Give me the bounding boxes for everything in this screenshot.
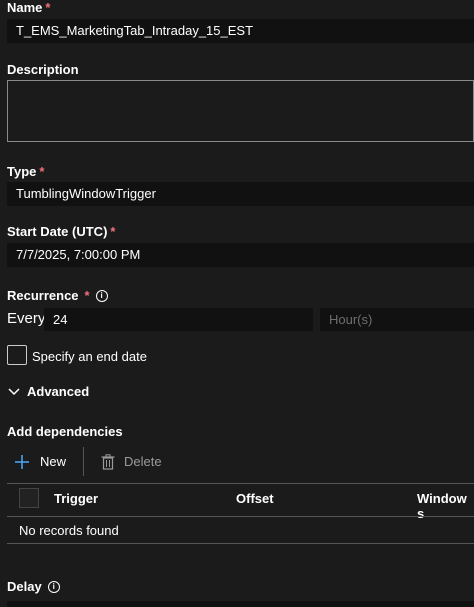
chevron-down-icon <box>8 388 20 396</box>
new-button[interactable]: New <box>14 452 78 472</box>
end-date-checkbox[interactable] <box>7 345 27 365</box>
description-label: Description <box>7 62 79 77</box>
start-date-label: Start Date (UTC) * <box>7 224 115 239</box>
empty-table-message: No records found <box>19 523 119 538</box>
table-bottom-divider <box>7 543 474 544</box>
interval-input[interactable]: 24 <box>44 308 313 331</box>
name-field[interactable]: T_EMS_MarketingTab_Intraday_15_EST <box>7 19 474 43</box>
column-header-trigger[interactable]: Trigger <box>54 491 98 506</box>
type-required-marker: * <box>39 164 45 179</box>
type-label: Type * <box>7 164 44 179</box>
name-label: Name * <box>7 0 50 15</box>
recurrence-label-text: Recurrence <box>7 288 79 303</box>
interval-unit-select[interactable]: Hour(s) <box>320 308 474 331</box>
info-icon[interactable]: i <box>95 290 108 302</box>
toolbar-divider <box>83 447 84 476</box>
select-all-checkbox[interactable] <box>19 488 39 508</box>
delete-button[interactable]: Delete <box>101 452 171 472</box>
delete-button-label: Delete <box>124 454 162 469</box>
advanced-toggle[interactable]: Advanced <box>7 384 127 402</box>
end-date-label: Specify an end date <box>32 349 147 364</box>
recurrence-required-marker: * <box>84 288 90 303</box>
delay-label: Delay i <box>7 579 60 594</box>
name-label-text: Name <box>7 0 43 15</box>
name-required-marker: * <box>45 0 51 15</box>
delay-info-icon[interactable]: i <box>47 581 60 593</box>
every-label: Every <box>7 310 46 327</box>
delay-field[interactable] <box>7 601 474 607</box>
dependencies-title: Add dependencies <box>7 424 123 439</box>
plus-icon <box>15 455 29 469</box>
start-date-required-marker: * <box>110 224 116 239</box>
advanced-label: Advanced <box>27 384 90 399</box>
table-top-divider <box>7 483 474 484</box>
delay-label-text: Delay <box>7 579 42 594</box>
description-field[interactable] <box>7 80 474 142</box>
start-date-field[interactable]: 7/7/2025, 7:00:00 PM <box>7 243 474 267</box>
column-header-offset[interactable]: Offset <box>236 491 274 506</box>
start-date-label-text: Start Date (UTC) <box>7 224 108 239</box>
type-field[interactable]: TumblingWindowTrigger <box>7 182 474 206</box>
type-label-text: Type <box>7 164 37 179</box>
recurrence-label: Recurrence * i <box>7 288 108 303</box>
trash-icon <box>101 454 115 470</box>
new-button-label: New <box>40 454 67 469</box>
table-header-divider <box>7 516 474 517</box>
